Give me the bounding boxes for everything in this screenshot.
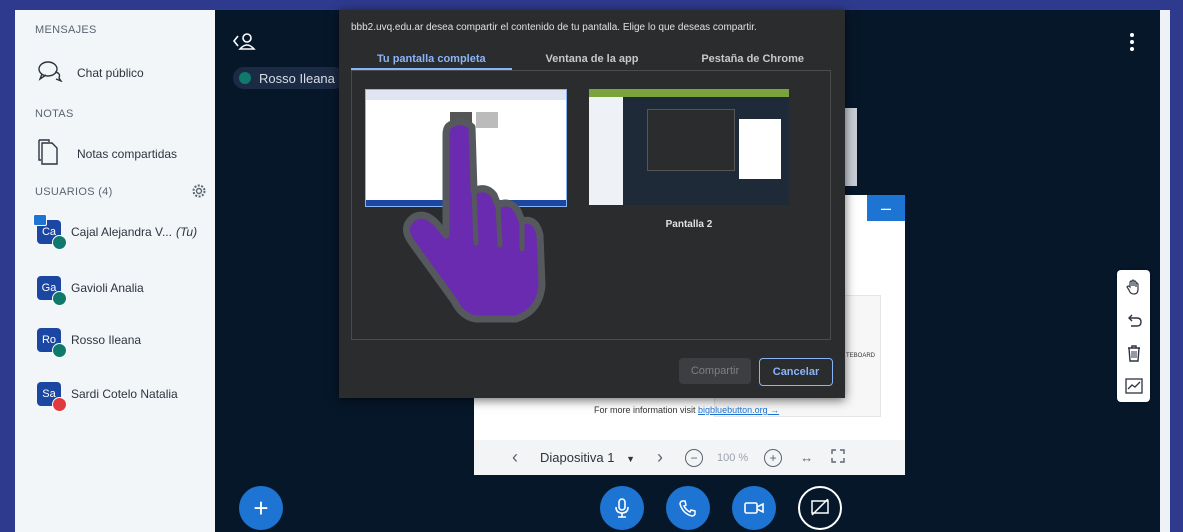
sidebar: MENSAJES Chat público NOTAS Notas compar… (15, 10, 215, 532)
zoom-in-button[interactable]: + (764, 448, 783, 467)
dialog-message: bbb2.uvq.edu.ar desea compartir el conte… (351, 22, 757, 33)
gear-icon[interactable] (191, 183, 207, 204)
screen-options-panel: Pantalla 2 (351, 70, 831, 340)
talking-user-name: Rosso Ileana (259, 70, 335, 86)
user-self-tag: (Tu) (175, 225, 198, 239)
hand-tool-icon[interactable] (1117, 270, 1150, 303)
talking-dot-icon (239, 72, 251, 84)
pointing-hand-icon (403, 118, 546, 323)
trash-icon[interactable] (1117, 336, 1150, 369)
previous-slide-button[interactable]: ‹ (512, 447, 518, 468)
talking-indicator: Rosso Ileana (233, 67, 345, 89)
slide-selector[interactable]: Diapositiva 1 ▼ (540, 450, 635, 465)
public-chat-label: Chat público (77, 65, 144, 80)
microphone-button[interactable] (600, 486, 644, 530)
avatar: Ga (37, 276, 67, 306)
user-name: Rosso Ileana (71, 333, 142, 347)
collapse-users-icon[interactable] (232, 32, 256, 57)
fit-width-icon[interactable]: ↔ (800, 450, 813, 465)
zoom-out-button[interactable]: − (684, 448, 703, 467)
zoom-level: 100 % (716, 451, 749, 464)
video-thumbnail (845, 108, 857, 186)
public-chat-item[interactable]: Chat público (37, 60, 144, 85)
share-button[interactable]: Compartir (679, 358, 751, 384)
chat-bubble-icon (37, 60, 63, 85)
presentation-toolbar: ‹ Diapositiva 1 ▼ › − 100 % + ↔ (474, 440, 905, 475)
tab-app-window[interactable]: Ventana de la app (512, 48, 673, 70)
share-screen-button[interactable] (798, 486, 842, 530)
plus-icon: + (253, 493, 269, 523)
thumb-slide (739, 119, 781, 179)
video-camera-icon (744, 502, 764, 514)
messages-section-title: MENSAJES (35, 24, 97, 36)
whiteboard-toolbar (1117, 270, 1150, 402)
user-list-item[interactable]: Ga Gavioli Analia (37, 276, 144, 306)
share-tabs: Tu pantalla completa Ventana de la app P… (351, 48, 833, 70)
screen-2-label: Pantalla 2 (665, 219, 713, 230)
next-slide-button[interactable]: › (657, 447, 663, 468)
camera-button[interactable] (732, 486, 776, 530)
undo-icon[interactable] (1117, 303, 1150, 336)
phone-icon (679, 500, 696, 517)
microphone-icon (615, 498, 629, 518)
muted-mic-icon (52, 291, 67, 306)
user-name: Cajal Alejandra V... (71, 225, 172, 239)
thumb-sidebar (589, 97, 623, 205)
slide-partial-label: TEBOARD (846, 353, 876, 359)
tab-entire-screen[interactable]: Tu pantalla completa (351, 48, 512, 70)
muted-mic-icon (52, 343, 67, 358)
thumb-dialog (647, 109, 735, 171)
user-list-item[interactable]: Sa Sardi Cotelo Natalia (37, 382, 178, 412)
document-icon (37, 138, 59, 169)
presenter-icon (33, 214, 47, 226)
right-edge-strip (1160, 10, 1170, 532)
thumb-toolbar (366, 90, 566, 100)
screen-share-off-icon (811, 499, 829, 516)
shared-notes-label: Notas compartidas (77, 146, 178, 161)
screen-share-dialog: bbb2.uvq.edu.ar desea compartir el conte… (339, 10, 845, 398)
slide-selector-label: Diapositiva 1 (540, 450, 615, 465)
muted-mic-icon (52, 235, 67, 250)
actions-plus-button[interactable]: + (239, 486, 283, 530)
info-link[interactable]: bigbluebutton.org → (698, 405, 779, 415)
multi-user-whiteboard-icon[interactable] (1117, 369, 1150, 402)
slide-info-text: For more information visit bigbluebutton… (594, 405, 779, 415)
minimize-presentation-button[interactable]: – (867, 195, 905, 221)
screen-2-thumbnail[interactable] (589, 89, 789, 205)
muted-mic-red-icon (52, 397, 67, 412)
user-list-item[interactable]: Ro Rosso Ileana (37, 328, 142, 358)
cancel-button[interactable]: Cancelar (759, 358, 833, 386)
dropdown-arrow-icon: ▼ (626, 454, 635, 464)
thumb-toolbar (589, 89, 789, 97)
notes-section-title: NOTAS (35, 108, 74, 120)
avatar: Ro (37, 328, 67, 358)
user-name: Gavioli Analia (71, 281, 144, 295)
shared-notes-item[interactable]: Notas compartidas (37, 138, 177, 169)
info-text: For more information visit (594, 405, 696, 415)
fullscreen-icon[interactable] (831, 449, 845, 466)
user-name: Sardi Cotelo Natalia (71, 387, 178, 401)
avatar: Ca (33, 214, 67, 250)
avatar: Sa (37, 382, 67, 412)
tab-chrome-tab[interactable]: Pestaña de Chrome (672, 48, 833, 70)
phone-button[interactable] (666, 486, 710, 530)
users-section-title: USUARIOS (4) (35, 186, 113, 198)
user-list-item[interactable]: Ca Cajal Alejandra V... (Tu) (33, 214, 198, 250)
more-options-icon[interactable] (1128, 32, 1136, 57)
